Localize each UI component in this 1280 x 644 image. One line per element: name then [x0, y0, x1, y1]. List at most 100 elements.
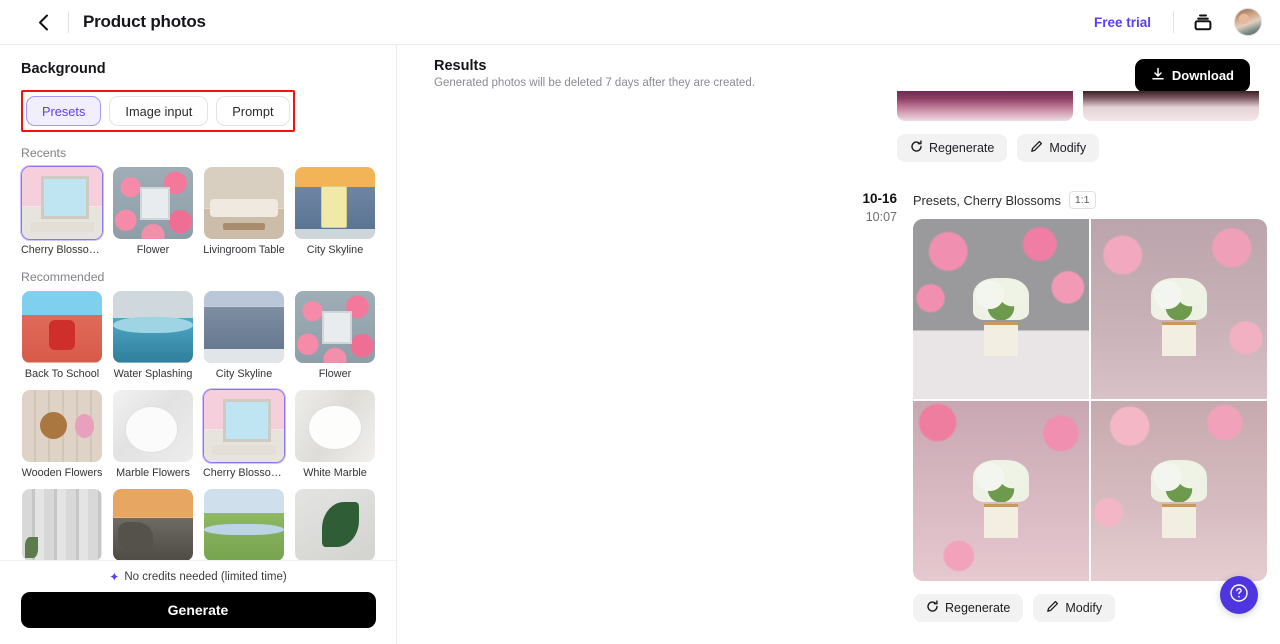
regenerate-label: Regenerate: [929, 141, 995, 155]
generated-image-1[interactable]: [913, 219, 1089, 400]
results-scroll-area[interactable]: Regenerate Modify 10-16 10:07 Presets, C…: [397, 91, 1280, 644]
generated-image-3[interactable]: [913, 401, 1089, 582]
preset-item-cherry-blossoms[interactable]: Cherry Blossoms: [21, 166, 103, 256]
download-label: Download: [1171, 68, 1234, 83]
preset-item-row4-2[interactable]: [112, 488, 194, 560]
main-content: Background Presets Image input Prompt Re…: [0, 45, 1280, 644]
generated-image-4[interactable]: [1091, 401, 1267, 582]
preset-label: Cherry Blossoms: [203, 467, 285, 479]
download-button[interactable]: Download: [1134, 59, 1250, 92]
group-label-recents: Recents: [21, 146, 67, 160]
result-date: 10-16: [862, 191, 897, 206]
preset-item-water-splashing[interactable]: Water Splashing: [112, 290, 194, 380]
preset-image: [295, 167, 375, 239]
result-timestamp: 10-16 10:07: [834, 191, 897, 622]
aspect-ratio-badge: 1:1: [1068, 191, 1096, 210]
top-bar: Product photos Free trial: [0, 0, 1280, 45]
preset-item-livingroom-table[interactable]: Livingroom Table: [203, 166, 285, 256]
previous-result-images[interactable]: [897, 91, 1280, 121]
preset-image: [204, 291, 284, 363]
generated-image-2[interactable]: [1091, 219, 1267, 400]
chevron-left-icon: [38, 14, 49, 31]
page-title: Product photos: [83, 12, 206, 31]
regenerate-label: Regenerate: [945, 601, 1011, 616]
help-button[interactable]: [1220, 576, 1258, 614]
sparkle-icon: ✦: [109, 570, 120, 584]
preset-item-row4-1[interactable]: [21, 488, 103, 560]
previous-result-image[interactable]: [897, 91, 1073, 121]
preset-label: Livingroom Table: [203, 244, 285, 256]
modify-button-previous[interactable]: Modify: [1017, 134, 1100, 162]
regenerate-button-previous[interactable]: Regenerate: [897, 134, 1008, 162]
bouquet-shape: [1151, 459, 1207, 502]
preset-thumbnail: [294, 488, 376, 560]
preset-label: Marble Flowers: [116, 467, 190, 479]
preset-image: [22, 489, 102, 560]
preset-item-flower-2[interactable]: Flower: [294, 290, 376, 380]
preset-image: [113, 291, 193, 363]
preset-image: [204, 390, 284, 462]
preset-thumbnail: [21, 290, 103, 364]
preset-grid-recents: Cherry Blossoms Flower Livingroom Table …: [21, 166, 375, 256]
result-time: 10:07: [865, 210, 897, 224]
result-caption: Presets, Cherry Blossoms: [913, 192, 1061, 208]
bouquet-shape: [1151, 277, 1207, 320]
back-button[interactable]: [28, 7, 58, 37]
preset-thumbnail: [112, 488, 194, 560]
modify-button[interactable]: Modify: [1033, 594, 1116, 623]
preset-item-city-skyline[interactable]: City Skyline: [294, 166, 376, 256]
preset-grid-recommended: Back To School Water Splashing City Skyl…: [21, 290, 375, 560]
user-avatar[interactable]: [1234, 8, 1262, 36]
preset-item-back-to-school[interactable]: Back To School: [21, 290, 103, 380]
vase-shape: [984, 503, 1018, 538]
preset-image: [113, 489, 193, 560]
preset-label: Water Splashing: [113, 368, 193, 380]
preset-image: [22, 390, 102, 462]
preset-thumbnail: [294, 166, 376, 240]
regenerate-button[interactable]: Regenerate: [913, 594, 1024, 623]
background-section-title: Background: [21, 61, 106, 77]
preset-item-flower[interactable]: Flower: [112, 166, 194, 256]
preset-item-white-marble[interactable]: White Marble: [294, 389, 376, 479]
preset-thumbnail: [203, 488, 285, 560]
preset-item-city-skyline-2[interactable]: City Skyline: [203, 290, 285, 380]
layers-icon[interactable]: [1188, 7, 1218, 37]
preset-label: Flower: [136, 244, 170, 256]
preset-label: City Skyline: [215, 368, 273, 380]
result-caption-row: Presets, Cherry Blossoms 1:1: [913, 191, 1267, 210]
preset-item-cherry-blossoms-2[interactable]: Cherry Blossoms: [203, 389, 285, 479]
top-bar-actions: Free trial: [1086, 7, 1280, 37]
modify-label: Modify: [1049, 141, 1087, 155]
refresh-icon: [910, 140, 923, 156]
tab-presets[interactable]: Presets: [26, 96, 102, 126]
sidebar-scroll-area[interactable]: Background Presets Image input Prompt Re…: [0, 45, 396, 560]
preset-thumbnail: [112, 290, 194, 364]
bouquet-shape: [973, 459, 1029, 502]
preset-label: Flower: [318, 368, 352, 380]
preset-item-row4-4[interactable]: [294, 488, 376, 560]
preset-image: [22, 167, 102, 239]
preset-label: Cherry Blossoms: [21, 244, 103, 256]
generated-image-grid: [913, 219, 1267, 582]
preset-thumbnail: [203, 166, 285, 240]
preset-thumbnail: [21, 389, 103, 463]
tab-prompt[interactable]: Prompt: [216, 96, 290, 126]
previous-result-image[interactable]: [1083, 91, 1259, 121]
tab-image-input[interactable]: Image input: [109, 96, 209, 126]
header-divider: [68, 11, 69, 33]
preset-item-row4-3[interactable]: [203, 488, 285, 560]
free-trial-button[interactable]: Free trial: [1086, 9, 1159, 36]
preset-image: [204, 489, 284, 560]
preset-thumbnail: [21, 166, 103, 240]
preset-item-wooden-flowers[interactable]: Wooden Flowers: [21, 389, 103, 479]
preset-image: [295, 390, 375, 462]
preset-item-marble-flowers[interactable]: Marble Flowers: [112, 389, 194, 479]
preset-label: White Marble: [303, 467, 367, 479]
preset-image: [295, 291, 375, 363]
actions-divider: [1173, 11, 1174, 33]
preset-thumbnail: [112, 166, 194, 240]
generate-button[interactable]: Generate: [20, 592, 376, 628]
sidebar-footer: ✦ No credits needed (limited time) Gener…: [0, 560, 396, 644]
results-panel: Results Generated photos will be deleted…: [397, 45, 1280, 644]
preset-thumbnail: [294, 389, 376, 463]
